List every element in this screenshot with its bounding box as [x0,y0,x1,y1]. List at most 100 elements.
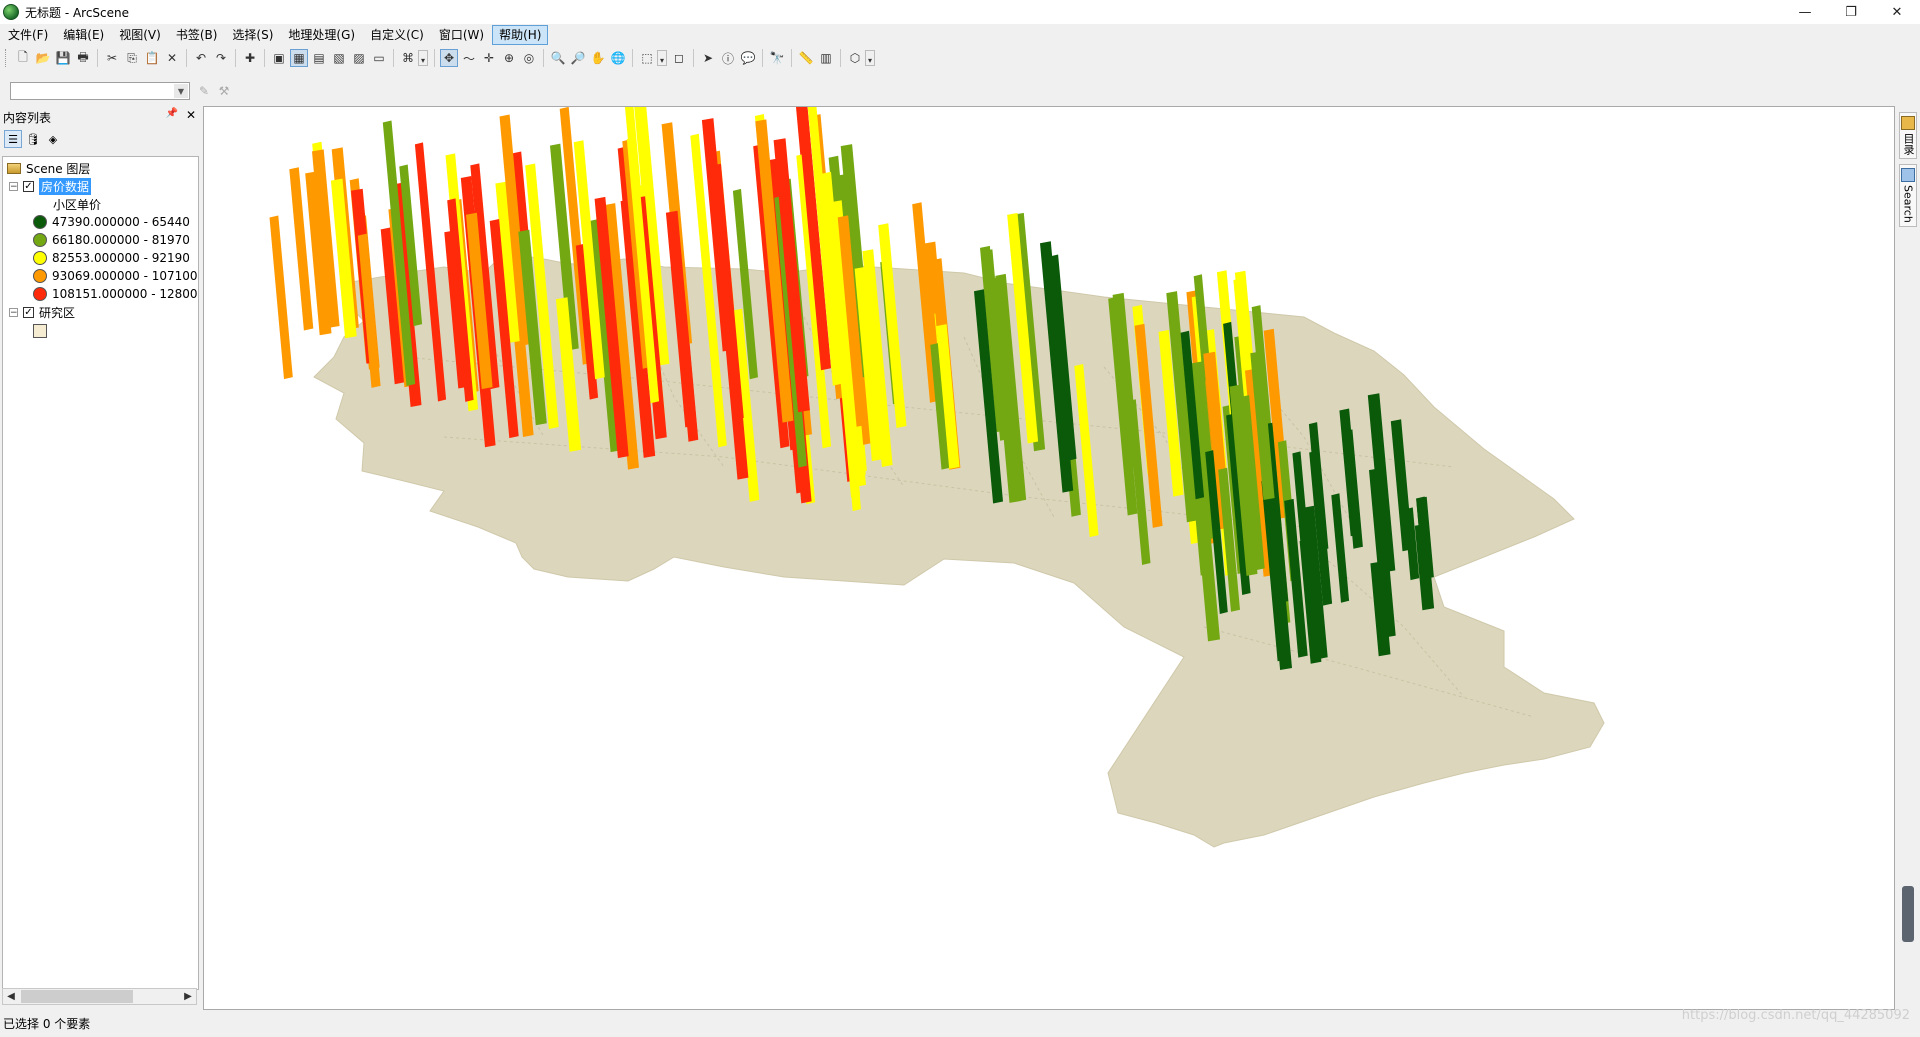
collapse-icon[interactable]: − [9,181,18,191]
search-dock-tab[interactable]: Search [1899,164,1917,227]
scene-canvas[interactable] [204,107,1894,1009]
model-builder-icon[interactable]: ⌘ [399,49,417,67]
legend-class[interactable]: 47390.000000 - 65440 [33,213,190,231]
viewer-icon[interactable]: ▧ [330,49,348,67]
chevron-down-icon[interactable]: ▾ [418,50,428,66]
select-elements-icon[interactable]: ➤ [699,49,717,67]
select-features-icon[interactable]: ⬚ [638,49,656,67]
pin-icon[interactable]: 📌 [165,108,177,122]
edit-tool-disabled-icon[interactable]: ⚒ [215,82,233,100]
list-by-visibility-icon[interactable]: ◈ [44,130,62,148]
dock-grip-handle[interactable] [1902,886,1914,942]
find-icon[interactable]: 🔭 [768,49,786,67]
window-title: 无标题 - ArcScene [25,5,130,20]
menu-item[interactable]: 帮助(H) [492,25,549,45]
zoom-out-icon[interactable]: 🔎 [569,49,587,67]
legend-class-label: 93069.000000 - 107100 [52,269,198,283]
toc-close-icon[interactable]: ✕ [186,108,196,122]
identify-icon[interactable]: ⓘ [719,49,737,67]
list-by-source-icon[interactable]: 🛢 [24,130,42,148]
chevron-down-icon[interactable]: ▾ [657,50,667,66]
cut-icon[interactable]: ✂ [103,49,121,67]
legend-class-label: 47390.000000 - 65440 [52,215,190,229]
legend-class[interactable]: 66180.000000 - 81970 [33,231,190,249]
zoom-to-target-icon[interactable]: ⊕ [500,49,518,67]
layer-row[interactable]: − ✓ 房价数据 [9,177,92,195]
watermark: https://blog.csdn.net/qq_44285092 [1681,1008,1910,1023]
menu-item[interactable]: 文件(F) [1,25,55,45]
legend-class[interactable]: 108151.000000 - 128000 [33,285,198,303]
catalog-dock-tab[interactable]: 目录 [1899,112,1917,159]
chevron-down-icon[interactable]: ▾ [865,50,875,66]
scene-view[interactable] [203,106,1895,1010]
print-icon[interactable]: 🖶 [74,49,92,67]
edit-toolbar: ▼ ✎ ⚒ [0,70,1920,106]
save-icon[interactable]: 💾 [54,49,72,67]
add-data-icon[interactable]: ✚ [241,49,259,67]
scroll-left-icon[interactable]: ◀ [3,991,19,1002]
legend-polygon[interactable] [33,322,47,340]
layer-name[interactable]: 研究区 [39,304,75,321]
pan-icon[interactable]: ✋ [589,49,607,67]
menu-item[interactable]: 自定义(C) [363,25,431,45]
scroll-right-icon[interactable]: ▶ [180,991,196,1002]
arctoolbox-icon[interactable]: ⬡ [846,49,864,67]
chevron-down-icon[interactable]: ▼ [174,84,188,98]
minimize-button[interactable]: — [1782,0,1828,24]
html-popup-icon[interactable]: 💬 [739,49,757,67]
table-icon[interactable]: ▥ [817,49,835,67]
layer-visibility-checkbox[interactable]: ✓ [23,306,34,318]
full-extent-icon[interactable]: 🌐 [609,49,627,67]
scene-layers-root[interactable]: Scene 图层 [7,159,90,177]
menu-item[interactable]: 书签(B) [169,25,225,45]
list-by-drawing-order-icon[interactable]: ☰ [4,130,22,148]
clear-selection-icon[interactable]: ◻ [670,49,688,67]
layer-combo[interactable]: ▼ [10,82,190,100]
menu-item[interactable]: 编辑(E) [56,25,111,45]
layer-properties-icon[interactable]: ▤ [310,49,328,67]
set-background-icon[interactable]: ▣ [270,49,288,67]
legend-class[interactable]: 82553.000000 - 92190 [33,249,190,267]
catalog-icon [1901,116,1915,130]
measure-icon[interactable]: 📏 [797,49,815,67]
toc-horizontal-scrollbar[interactable]: ◀ ▶ [2,988,197,1005]
menu-item[interactable]: 视图(V) [112,25,168,45]
set-observer-icon[interactable]: ◎ [520,49,538,67]
zoom-in-icon[interactable]: 🔍 [549,49,567,67]
scroll-thumb[interactable] [21,990,133,1003]
delete-icon[interactable]: ✕ [163,49,181,67]
legend-symbol-circle-icon[interactable] [33,251,47,265]
redo-icon[interactable]: ↷ [212,49,230,67]
undo-icon[interactable]: ↶ [192,49,210,67]
toolbar-separator [186,49,187,67]
layer-row[interactable]: − ✓ 研究区 [9,303,75,321]
restore-button[interactable]: ❐ [1828,0,1874,24]
legend-symbol-circle-icon[interactable] [33,233,47,247]
menu-item[interactable]: 窗口(W) [432,25,491,45]
collapse-icon[interactable]: − [9,307,18,317]
toc-view-tabs: ☰ 🛢 ◈ [0,128,200,150]
pencil-disabled-icon[interactable]: ✎ [195,82,213,100]
legend-symbol-circle-icon[interactable] [33,215,47,229]
polygon-symbol-icon[interactable] [33,324,47,338]
legend-symbol-circle-icon[interactable] [33,269,47,283]
legend-symbol-circle-icon[interactable] [33,287,47,301]
new-viewer-icon[interactable]: ▭ [370,49,388,67]
menu-item[interactable]: 地理处理(G) [281,25,362,45]
fly-icon[interactable]: 〜 [460,49,478,67]
close-button[interactable]: ✕ [1874,0,1920,24]
layer-name[interactable]: 房价数据 [39,177,92,195]
open-folder-icon[interactable]: 📂 [34,49,52,67]
center-on-target-icon[interactable]: ✛ [480,49,498,67]
legend-class[interactable]: 93069.000000 - 107100 [33,267,198,285]
animation-icon[interactable]: ▨ [350,49,368,67]
toolbar-separator [393,49,394,67]
new-document-icon[interactable]: 🗋 [14,49,32,67]
paste-icon[interactable]: 📋 [143,49,161,67]
toolbar-grip[interactable] [5,49,9,67]
layer-visibility-checkbox[interactable]: ✓ [23,180,34,192]
copy-icon[interactable]: ⎘ [123,49,141,67]
navigate-icon[interactable]: ✥ [440,49,458,67]
scene-properties-icon[interactable]: ▦ [290,49,308,67]
menu-item[interactable]: 选择(S) [225,25,280,45]
